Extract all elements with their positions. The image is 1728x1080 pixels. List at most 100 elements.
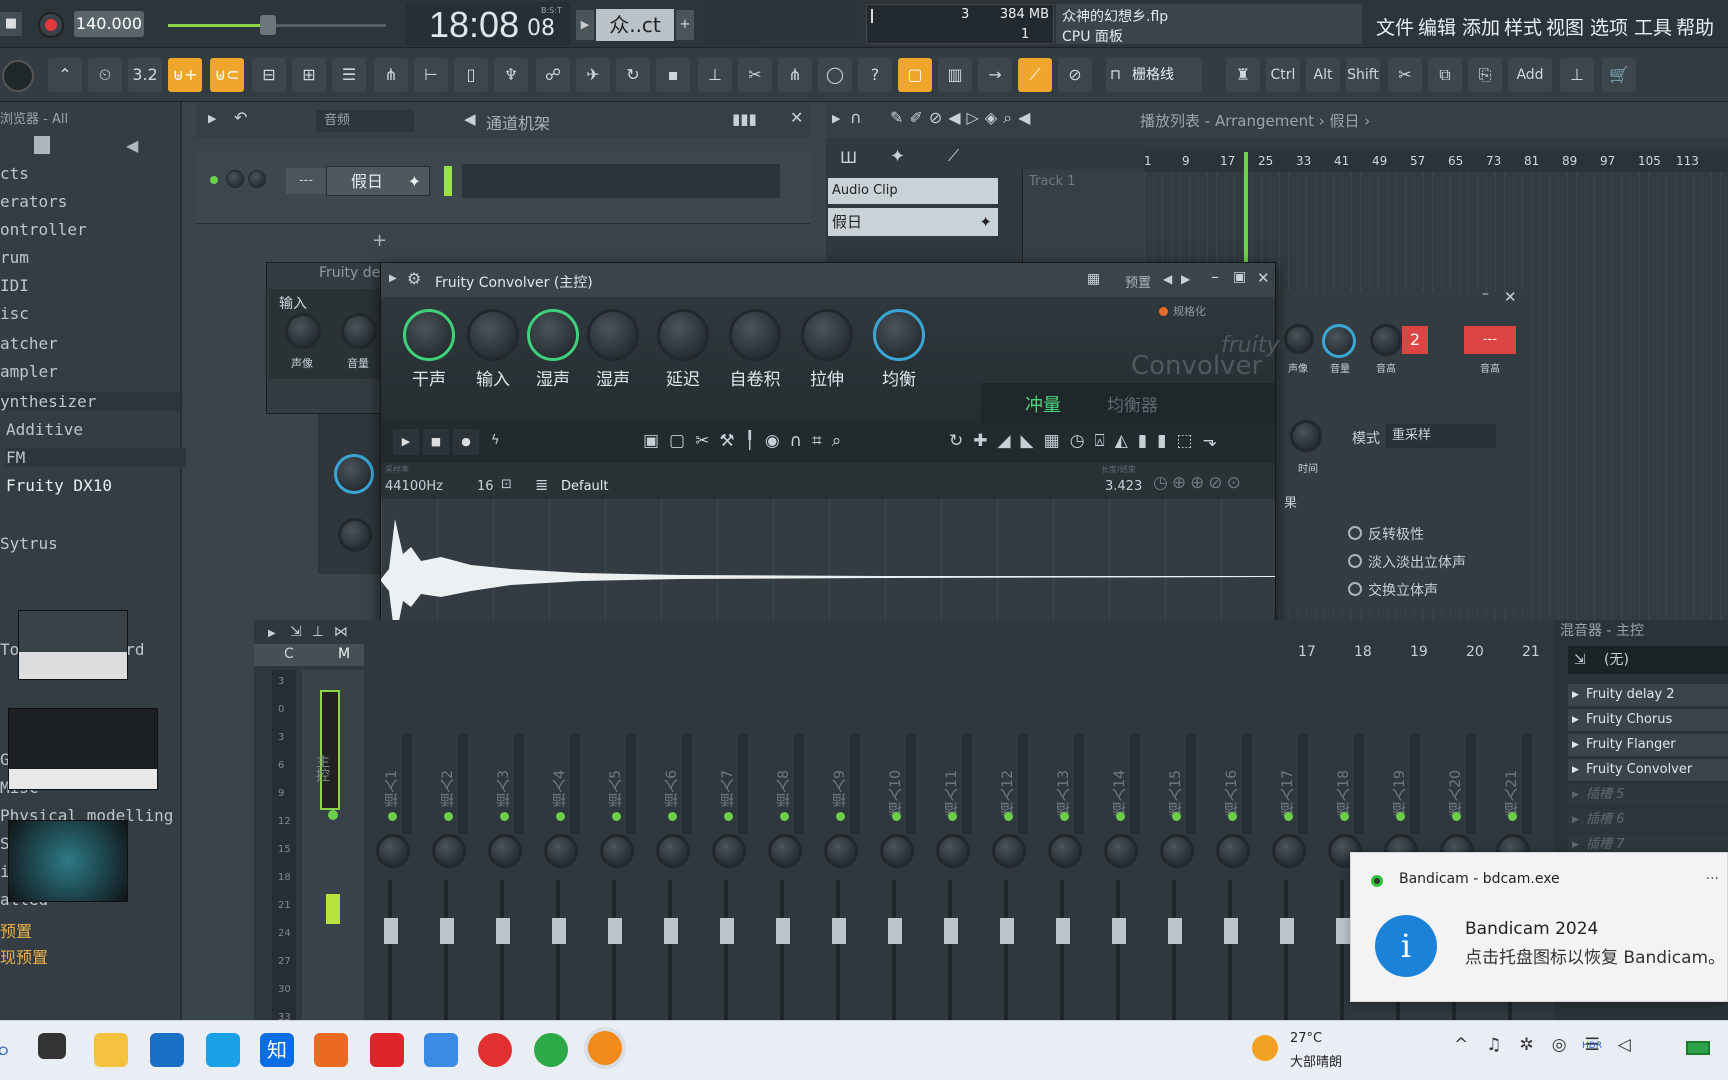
strip-led[interactable] [1228, 812, 1237, 821]
strip-label[interactable]: 插入3 [494, 770, 514, 807]
notification-toast[interactable]: Bandicam - bdcam.exe ... i Bandicam 2024… [1350, 852, 1728, 1002]
strip-pan-knob[interactable] [432, 834, 466, 868]
strip-led[interactable] [444, 812, 453, 821]
side-vol-knob[interactable] [341, 313, 377, 349]
browser-item-9[interactable]: Additive [6, 420, 83, 439]
strip-label[interactable]: 插入6 [662, 770, 682, 807]
strip-label[interactable]: 插入19 [1390, 770, 1410, 816]
conv-minimize[interactable]: – [1211, 267, 1219, 286]
cut-button[interactable]: ✂ [1388, 58, 1422, 92]
strip-fader[interactable] [496, 918, 510, 944]
conv-maximize[interactable]: ▣ [1233, 269, 1246, 285]
clip-item[interactable]: 假日 ✦ [828, 208, 998, 236]
strip-led[interactable] [1508, 812, 1517, 821]
browser-item-0[interactable]: cts [0, 164, 29, 183]
conv-edit-icons[interactable]: ▣▢✂⚒╿◉∩⌗⌕ [643, 431, 851, 451]
channel-steps[interactable] [462, 164, 780, 198]
toolbar-button-10[interactable]: ▯ [454, 58, 488, 92]
strip-led[interactable] [556, 812, 565, 821]
strip-pan-knob[interactable] [992, 834, 1026, 868]
strip-led[interactable] [388, 812, 397, 821]
channel-vol-knob[interactable] [248, 170, 266, 188]
conv-play[interactable]: ▶ [393, 429, 419, 455]
side-pan-knob[interactable] [285, 313, 321, 349]
cart-button[interactable]: 🛒 [1602, 58, 1636, 92]
strip-label[interactable]: 插入20 [1446, 770, 1466, 816]
fl-studio-icon[interactable] [588, 1031, 622, 1065]
strip-pan-knob[interactable] [1160, 834, 1194, 868]
strip-fader[interactable] [720, 918, 734, 944]
option-radio-1[interactable] [1348, 554, 1362, 568]
strip-led[interactable] [612, 812, 621, 821]
browser-item-7[interactable]: ampler [0, 362, 58, 381]
add-button[interactable]: Add [1508, 58, 1552, 92]
strip-fader[interactable] [552, 918, 566, 944]
sample-name[interactable]: Default [561, 479, 609, 494]
rp-dashes[interactable]: --- [1464, 326, 1516, 354]
conv-prev-preset[interactable]: ◀ [1163, 272, 1172, 286]
menu-item-2[interactable]: 添加 [1462, 13, 1500, 40]
menu-item-7[interactable]: 帮助 [1676, 13, 1714, 40]
browser-item-6[interactable]: atcher [0, 334, 58, 353]
option-label-1[interactable]: 淡入淡出立体声 [1368, 552, 1466, 572]
undo-icon[interactable]: ↶ [234, 108, 247, 127]
strip-fader[interactable] [1056, 918, 1070, 944]
toolbar-button-8[interactable]: ⋔ [374, 58, 408, 92]
add-channel-button[interactable]: + [372, 230, 387, 251]
key-alt-button[interactable]: Alt [1306, 58, 1340, 92]
strip-pan-knob[interactable] [488, 834, 522, 868]
search-icon[interactable]: ⌕ [0, 1035, 11, 1066]
rack-menu-arrow[interactable]: ▶ [208, 112, 216, 125]
metronome-button[interactable]: ♜ [1226, 58, 1260, 92]
strip-pan-knob[interactable] [712, 834, 746, 868]
strip-led[interactable] [1004, 812, 1013, 821]
strip-pan-knob[interactable] [1048, 834, 1082, 868]
conv-record[interactable]: ● [453, 429, 479, 455]
app-red-icon[interactable] [370, 1033, 404, 1067]
strip-led[interactable] [500, 812, 509, 821]
toolbar-button-9[interactable]: ⊢ [414, 58, 448, 92]
strip-pan-knob[interactable] [824, 834, 858, 868]
toolbar-button-2[interactable]: 3.2 [128, 58, 162, 92]
calendar-icon[interactable] [206, 1033, 240, 1067]
master-fader[interactable] [326, 894, 340, 924]
fx-slot-3[interactable]: ▶ Fruity Flanger [1568, 734, 1728, 756]
strip-label[interactable]: 插入16 [1222, 770, 1242, 816]
rp-close[interactable]: ✕ [1504, 288, 1517, 306]
hidden-knob-2[interactable] [338, 518, 372, 552]
knob-1[interactable] [467, 309, 519, 361]
bit-icon[interactable]: ⊡ [501, 477, 512, 492]
conv-proc-icons[interactable]: ↻✚◢◣▦◷⍓◭▮▮⬚⬎ [949, 431, 1227, 451]
toolbar-button-21[interactable]: ▢ [898, 58, 932, 92]
key-ctrl-button[interactable]: Ctrl [1266, 58, 1300, 92]
strip-fader[interactable] [1224, 918, 1238, 944]
strip-label[interactable]: 插入7 [718, 770, 738, 807]
browser-item-21[interactable]: 现预置 [0, 944, 48, 968]
toolbar-button-17[interactable]: ✂ [738, 58, 772, 92]
strip-pan-knob[interactable] [544, 834, 578, 868]
fx-slot-2[interactable]: ▶ Fruity Chorus [1568, 709, 1728, 731]
zhihu-icon[interactable]: 知 [260, 1033, 294, 1067]
app-bird-icon[interactable] [424, 1033, 458, 1067]
channel-led[interactable] [210, 176, 218, 184]
conv-close[interactable]: ✕ [1257, 269, 1270, 287]
fx-slot-4[interactable]: ▶ Fruity Convolver [1568, 759, 1728, 781]
strip-fader[interactable] [832, 918, 846, 944]
rack-close-icon[interactable]: ✕ [790, 108, 803, 127]
rp-pan-knob[interactable] [1284, 324, 1314, 354]
strip-fader[interactable] [1336, 918, 1350, 944]
knob-2[interactable] [527, 309, 579, 361]
strip-label[interactable]: 插入12 [998, 770, 1018, 816]
browser-item-10[interactable]: FM [6, 448, 186, 467]
toolbar-button-15[interactable]: ▪ [656, 58, 690, 92]
fx-slot-6[interactable]: ▶ 插槽 6 [1568, 809, 1728, 831]
rp-vol-knob[interactable] [1322, 324, 1356, 358]
strip-led[interactable] [724, 812, 733, 821]
strip-fader[interactable] [1168, 918, 1182, 944]
automation-icon[interactable]: ⟋ [948, 146, 959, 166]
menu-item-3[interactable]: 样式 [1504, 13, 1542, 40]
toast-menu-button[interactable]: ... [1706, 867, 1719, 883]
snap-selector[interactable]: ⊓ 栅格线 [1106, 58, 1202, 92]
master-pitch-knob[interactable] [2, 60, 34, 92]
toolbar-button-11[interactable]: ♆ [494, 58, 528, 92]
